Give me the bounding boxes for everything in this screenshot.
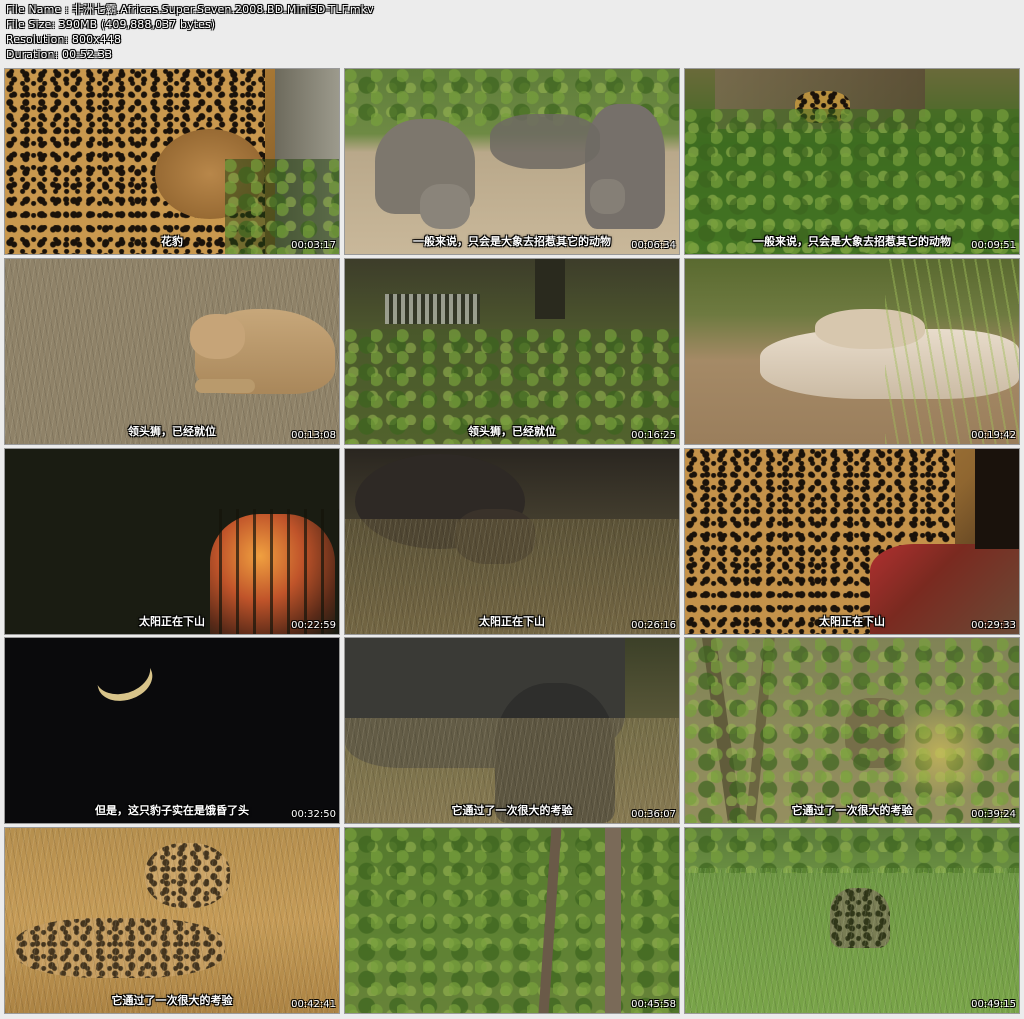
buffalo-grazing-image: [345, 449, 679, 634]
bush-thicket-image: [345, 828, 679, 1013]
leopard-feeding-image: [685, 449, 1019, 634]
timestamp: 00:09:51: [971, 240, 1016, 251]
zebra-in-bush-image: [345, 259, 679, 444]
crescent-moon-image: [5, 638, 339, 823]
thumbnail-8: 太阳正在下山 00:26:16: [345, 449, 679, 634]
file-info-header: File Name : 非洲七霸.Africas.Super.Seven.200…: [6, 2, 606, 62]
timestamp: 00:42:41: [291, 999, 336, 1010]
lioness-lying-image: [5, 259, 339, 444]
hyena-on-grassland-image: [685, 828, 1019, 1013]
timestamp: 00:36:07: [631, 809, 676, 820]
thumbnail-13: 它通过了一次很大的考验 00:42:41: [5, 828, 339, 1013]
thumbnail-12: 它通过了一次很大的考验 00:39:24: [685, 638, 1019, 823]
subtitle: 领头狮，已经就位: [128, 425, 216, 438]
subtitle: 一般来说，只会是大象去招惹其它的动物: [413, 235, 611, 248]
file-name: File Name : 非洲七霸.Africas.Super.Seven.200…: [6, 3, 374, 16]
subtitle: 它通过了一次很大的考验: [111, 994, 233, 1007]
subtitle: 太阳正在下山: [479, 615, 545, 628]
leopard-in-bush-image: [685, 69, 1019, 254]
subtitle: 太阳正在下山: [819, 615, 885, 628]
buffalo-in-grass-image: [345, 638, 679, 823]
subtitle: 它通过了一次很大的考验: [451, 804, 573, 817]
subtitle: 领头狮，已经就位: [468, 425, 556, 438]
thumbnail-15: 00:49:15: [685, 828, 1019, 1013]
thumbnail-1: 花豹 00:03:17: [5, 69, 339, 254]
timestamp: 00:13:08: [291, 430, 336, 441]
thumbnail-2: 一般来说，只会是大象去招惹其它的动物 00:06:34: [345, 69, 679, 254]
thumbnail-5: 领头狮，已经就位 00:16:25: [345, 259, 679, 444]
lions-sleeping-image: [685, 259, 1019, 444]
thumbnail-6: 00:19:42: [685, 259, 1019, 444]
subtitle: 但是，这只豹子实在是饿昏了头: [95, 804, 249, 817]
subtitle: 太阳正在下山: [139, 615, 205, 628]
timestamp: 00:39:24: [971, 809, 1016, 820]
thumbnail-14: 00:45:58: [345, 828, 679, 1013]
subtitle: 花豹: [161, 235, 183, 248]
resolution: Resolution: 800x448: [6, 33, 122, 46]
thumbnail-9: 太阳正在下山 00:29:33: [685, 449, 1019, 634]
thumbnail-3: 一般来说，只会是大象去招惹其它的动物 00:09:51: [685, 69, 1019, 254]
timestamp: 00:26:16: [631, 620, 676, 631]
hyena-in-trees-image: [685, 638, 1019, 823]
file-size: File Size: 390MB (409,888,037 bytes): [6, 18, 216, 31]
timestamp: 00:32:50: [291, 809, 336, 820]
subtitle: 它通过了一次很大的考验: [791, 804, 913, 817]
timestamp: 00:06:34: [631, 240, 676, 251]
thumbnail-grid: 花豹 00:03:17 一般来说，只会是大象去招惹其它的动物 00:06:34 …: [5, 69, 1020, 1013]
duration: Duration: 00:52:33: [6, 48, 113, 61]
timestamp: 00:22:59: [291, 620, 336, 631]
timestamp: 00:19:42: [971, 430, 1016, 441]
timestamp: 00:29:33: [971, 620, 1016, 631]
thumbnail-7: 太阳正在下山 00:22:59: [5, 449, 339, 634]
timestamp: 00:03:17: [291, 240, 336, 251]
subtitle: 一般来说，只会是大象去招惹其它的动物: [753, 235, 951, 248]
thumbnail-4: 领头狮，已经就位 00:13:08: [5, 259, 339, 444]
sunset-silhouette-image: [5, 449, 339, 634]
thumbnail-11: 它通过了一次很大的考验 00:36:07: [345, 638, 679, 823]
timestamp: 00:16:25: [631, 430, 676, 441]
leopard-grooming-image: [5, 69, 339, 254]
thumbnail-10: 但是，这只豹子实在是饿昏了头 00:32:50: [5, 638, 339, 823]
timestamp: 00:45:58: [631, 999, 676, 1010]
elephant-herd-image: [345, 69, 679, 254]
cheetah-in-grass-image: [5, 828, 339, 1013]
timestamp: 00:49:15: [971, 999, 1016, 1010]
